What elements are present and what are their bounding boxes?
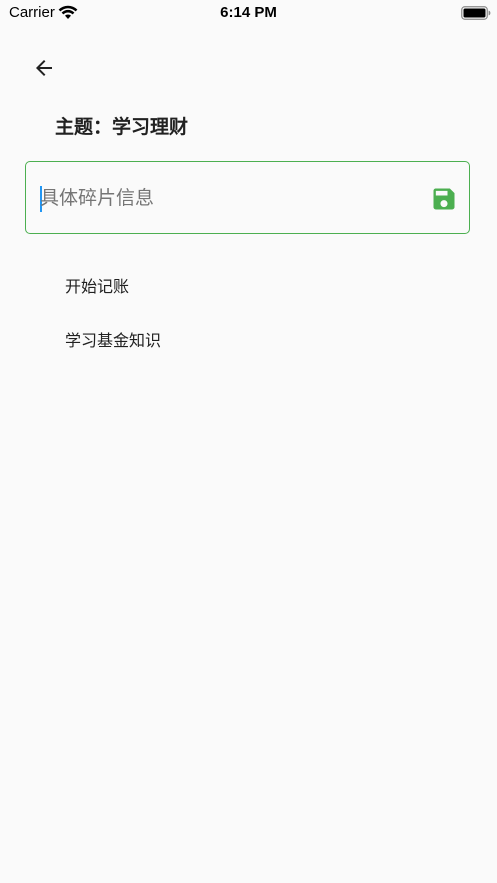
status-bar: Carrier 6:14 PM bbox=[0, 0, 497, 28]
page-title: 主题：学习理财 bbox=[55, 116, 189, 138]
list-item-label: 学习基金知识 bbox=[65, 331, 162, 350]
fragment-list: 开始记账 学习基金知识 bbox=[0, 258, 497, 366]
status-time: 6:14 PM bbox=[220, 4, 277, 21]
list-item[interactable]: 开始记账 bbox=[0, 258, 497, 312]
back-button[interactable] bbox=[24, 48, 64, 88]
fragment-input-box bbox=[25, 161, 470, 234]
list-item[interactable]: 学习基金知识 bbox=[0, 312, 497, 366]
arrow-left-icon bbox=[36, 60, 52, 76]
save-button[interactable] bbox=[429, 184, 459, 214]
list-item-label: 开始记账 bbox=[65, 277, 130, 296]
floppy-disk-icon bbox=[433, 188, 455, 210]
fragment-input[interactable] bbox=[40, 180, 410, 216]
battery-icon bbox=[461, 6, 491, 20]
